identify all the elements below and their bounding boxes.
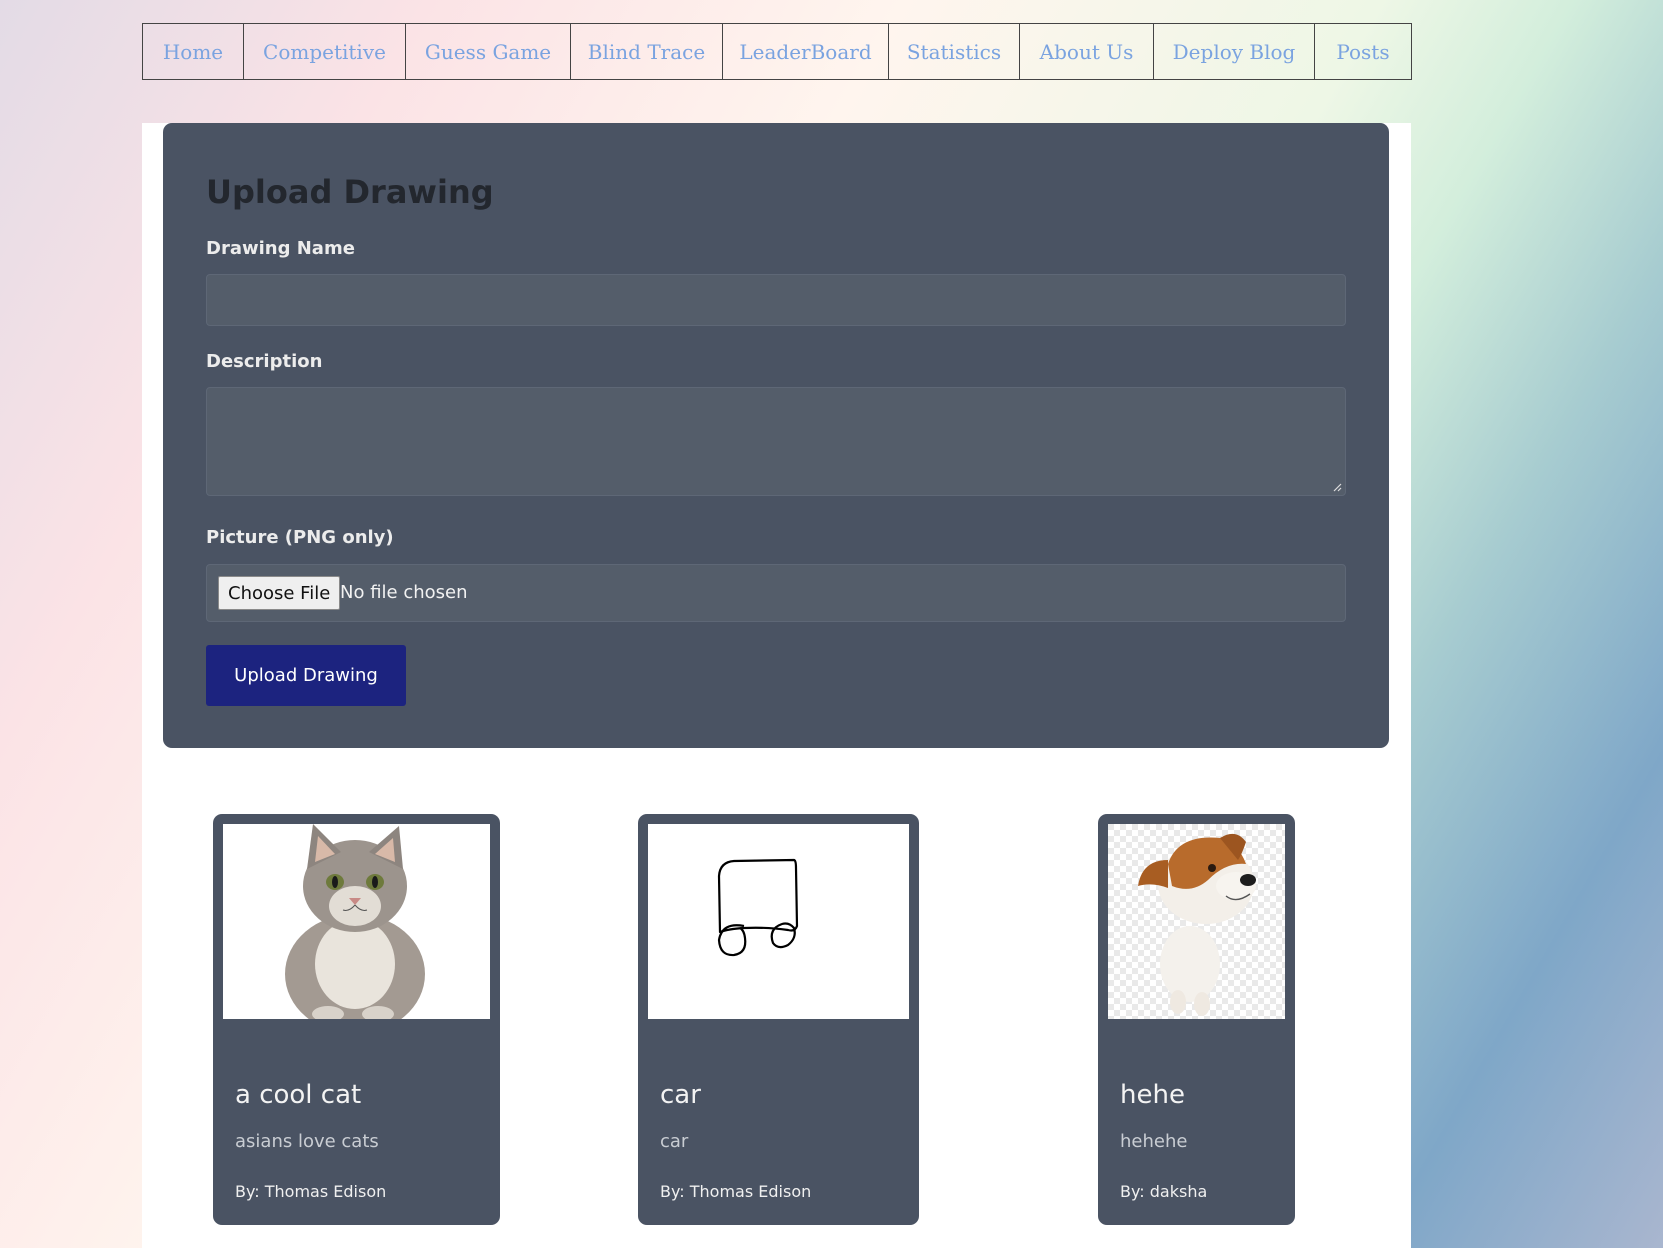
choose-file-button[interactable]: Choose File bbox=[218, 576, 341, 610]
picture-file-input: Choose File No file chosen bbox=[206, 564, 1346, 622]
car-sketch-icon bbox=[648, 824, 909, 1019]
drawing-author: By: Thomas Edison bbox=[660, 1182, 812, 1201]
nav-posts[interactable]: Posts bbox=[1315, 24, 1411, 79]
dog-photo bbox=[1108, 824, 1285, 1019]
nav-deploy-blog[interactable]: Deploy Blog bbox=[1154, 24, 1315, 79]
drawing-author: By: daksha bbox=[1120, 1182, 1208, 1201]
drawing-name-input[interactable] bbox=[206, 274, 1346, 326]
drawing-title: hehe bbox=[1120, 1080, 1185, 1110]
picture-label: Picture (PNG only) bbox=[206, 527, 394, 548]
upload-drawing-form: Upload Drawing Drawing Name Description … bbox=[163, 123, 1389, 748]
nav-competitive[interactable]: Competitive bbox=[244, 24, 406, 79]
nav-leaderboard[interactable]: LeaderBoard bbox=[723, 24, 889, 79]
top-navigation: Home Competitive Guess Game Blind Trace … bbox=[142, 23, 1412, 80]
drawing-description: hehehe bbox=[1120, 1131, 1188, 1152]
drawing-card[interactable]: car car By: Thomas Edison bbox=[638, 814, 919, 1225]
drawing-card[interactable]: hehe hehehe By: daksha bbox=[1098, 814, 1295, 1225]
nav-blind-trace[interactable]: Blind Trace bbox=[571, 24, 723, 79]
drawing-name-label: Drawing Name bbox=[206, 238, 355, 259]
description-textarea[interactable] bbox=[206, 387, 1346, 496]
drawing-description: asians love cats bbox=[235, 1131, 379, 1152]
cat-photo bbox=[223, 824, 490, 1019]
nav-statistics[interactable]: Statistics bbox=[889, 24, 1020, 79]
nav-guess-game[interactable]: Guess Game bbox=[406, 24, 571, 79]
nav-home[interactable]: Home bbox=[143, 24, 244, 79]
resize-grip-icon[interactable] bbox=[1332, 482, 1342, 492]
description-label: Description bbox=[206, 351, 323, 372]
drawing-author: By: Thomas Edison bbox=[235, 1182, 387, 1201]
form-title: Upload Drawing bbox=[206, 173, 494, 211]
dog-image-icon bbox=[1108, 824, 1285, 1019]
nav-about-us[interactable]: About Us bbox=[1020, 24, 1154, 79]
drawing-title: a cool cat bbox=[235, 1080, 362, 1110]
drawing-card[interactable]: a cool cat asians love cats By: Thomas E… bbox=[213, 814, 500, 1225]
drawing-description: car bbox=[660, 1131, 689, 1152]
car-sketch bbox=[648, 824, 909, 1019]
upload-drawing-button[interactable]: Upload Drawing bbox=[206, 645, 406, 706]
cat-image-icon bbox=[223, 824, 490, 1019]
main-content: Upload Drawing Drawing Name Description … bbox=[142, 123, 1411, 1248]
drawing-title: car bbox=[660, 1080, 701, 1110]
file-status-text: No file chosen bbox=[340, 582, 468, 603]
